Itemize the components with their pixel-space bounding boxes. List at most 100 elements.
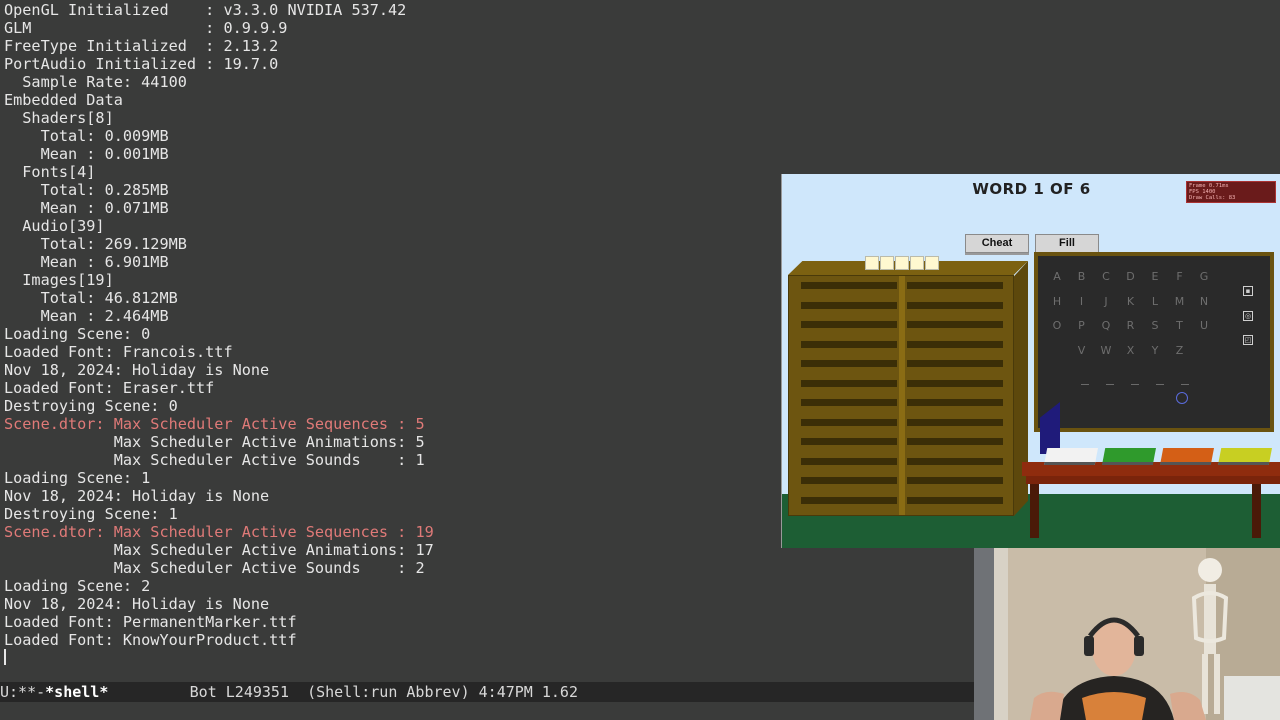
shell-output-line: Loaded Font: PermanentMarker.ttf (4, 613, 297, 631)
shelf-slot (801, 418, 897, 426)
letter-key[interactable]: J (1096, 295, 1116, 308)
shelf-slot (907, 282, 1003, 289)
shell-output-line: Mean : 0.001MB (4, 145, 169, 163)
chalkboard[interactable]: ABCDEFG HIJKLMN OPQRSTU VWXYZ ▪ ◎ ◰ (1034, 252, 1274, 432)
modeline-modes[interactable]: (Shell:run Abbrev) (307, 683, 470, 701)
book-white[interactable] (1044, 448, 1098, 465)
shelf-slot (907, 457, 1003, 465)
shell-output-line: Mean : 0.071MB (4, 199, 169, 217)
shell-output-line: Fonts[4] (4, 163, 96, 181)
shell-output-line: Max Scheduler Active Animations: 5 (4, 433, 425, 451)
book-green[interactable] (1102, 448, 1156, 465)
shelf-slot (801, 379, 897, 387)
shelf-slot (801, 457, 897, 465)
shell-output-line: Sample Rate: 44100 (4, 73, 187, 91)
letter-blank (1131, 384, 1139, 385)
modeline-position: Bot L249351 (189, 683, 289, 701)
letter-key[interactable]: B (1072, 270, 1092, 283)
book-orange[interactable] (1160, 448, 1214, 465)
game-window[interactable]: WORD 1 OF 6 Frame 0.71ms FPS 1400 Draw C… (781, 174, 1280, 548)
modeline-buffer-name[interactable]: *shell* (45, 683, 108, 701)
shell-output-line: Loading Scene: 0 (4, 325, 151, 343)
letter-key[interactable]: N (1194, 295, 1214, 308)
modeline-status: U:**- (0, 683, 46, 701)
shell-output-line: Scene.dtor: Max Scheduler Active Sequenc… (4, 415, 425, 433)
letter-key[interactable]: P (1072, 319, 1092, 332)
modeline-time-load: 4:47PM 1.62 (478, 683, 578, 701)
letter-key[interactable]: G (1194, 270, 1214, 283)
shell-output-line: Audio[39] (4, 217, 105, 235)
shelf-slot (801, 282, 897, 289)
desk-leg-right (1252, 484, 1261, 538)
shell-output-line: Embedded Data (4, 91, 123, 109)
word-tile (880, 256, 894, 270)
shell-output-line: FreeType Initialized : 2.13.2 (4, 37, 279, 55)
shelf-slot (801, 438, 897, 445)
shelf-slot (907, 321, 1003, 328)
letter-key[interactable]: R (1121, 319, 1141, 332)
letter-key[interactable]: I (1072, 295, 1092, 308)
webcam-image (974, 548, 1280, 720)
letter-key[interactable]: S (1145, 319, 1165, 332)
letter-key[interactable]: Z (1170, 344, 1190, 357)
letter-key[interactable]: F (1170, 270, 1190, 283)
shelf-slot (907, 418, 1003, 426)
bookshelf-front (788, 275, 1014, 516)
letter-key[interactable]: L (1145, 295, 1165, 308)
letter-key[interactable]: D (1121, 270, 1141, 283)
letter-key[interactable]: K (1121, 295, 1141, 308)
shelf-divider (899, 276, 905, 515)
shelf-slot (907, 438, 1003, 445)
letter-key[interactable]: O (1047, 319, 1067, 332)
shelf-slot (907, 477, 1003, 484)
desk-leg-left (1030, 484, 1039, 538)
debug-draw-calls: Draw Calls: 83 (1189, 195, 1236, 201)
exit-icon[interactable]: ◰ (1243, 335, 1253, 345)
shelf-slot (907, 379, 1003, 387)
webcam-feed (974, 548, 1280, 720)
shell-output-line: Loaded Font: Francois.ttf (4, 343, 233, 361)
shell-output-line: Mean : 6.901MB (4, 253, 169, 271)
shell-output-line: Max Scheduler Active Sounds : 1 (4, 451, 425, 469)
word-tile (865, 256, 879, 270)
shelf-slot (801, 496, 897, 504)
letter-key[interactable]: H (1047, 295, 1067, 308)
letter-key[interactable]: E (1145, 270, 1165, 283)
shelf-slot (907, 360, 1003, 367)
bookshelf (788, 253, 1028, 516)
letter-key[interactable]: T (1170, 319, 1190, 332)
shell-output-line: Total: 269.129MB (4, 235, 187, 253)
shelf-slot (907, 340, 1003, 348)
shelf-slot (801, 301, 897, 309)
word-tile (925, 256, 939, 270)
shelf-slot (907, 496, 1003, 504)
shell-output-line: Loading Scene: 1 (4, 469, 151, 487)
settings-icon[interactable]: ◎ (1243, 311, 1253, 321)
letter-key[interactable]: A (1047, 270, 1067, 283)
letter-key[interactable]: M (1170, 295, 1190, 308)
debug-stats-overlay: Frame 0.71ms FPS 1400 Draw Calls: 83 (1186, 181, 1276, 203)
letter-key[interactable]: V (1072, 344, 1092, 357)
shell-output-line: Total: 0.009MB (4, 127, 169, 145)
letter-key[interactable]: Q (1096, 319, 1116, 332)
shell-output-line: GLM : 0.9.9.9 (4, 19, 288, 37)
letter-blank (1156, 384, 1164, 385)
shelf-slot (801, 340, 897, 348)
shell-output-line: Nov 18, 2024: Holiday is None (4, 487, 270, 505)
cheat-button[interactable]: Cheat (965, 234, 1029, 253)
shell-output-line: Total: 0.285MB (4, 181, 169, 199)
minibuffer[interactable] (0, 702, 976, 720)
trash-icon[interactable]: ▪ (1243, 286, 1253, 296)
shelf-slot (801, 321, 897, 328)
book-yellow[interactable] (1218, 448, 1272, 465)
letter-key[interactable]: Y (1145, 344, 1165, 357)
letter-blank (1181, 384, 1189, 385)
fill-button[interactable]: Fill (1035, 234, 1099, 253)
letter-key[interactable]: X (1121, 344, 1141, 357)
shell-output-line: Nov 18, 2024: Holiday is None (4, 595, 270, 613)
letter-key[interactable]: C (1096, 270, 1116, 283)
shell-output-line: Mean : 2.464MB (4, 307, 169, 325)
shell-output-line: OpenGL Initialized : v3.3.0 NVIDIA 537.4… (4, 1, 407, 19)
letter-key[interactable]: U (1194, 319, 1214, 332)
letter-key[interactable]: W (1096, 344, 1116, 357)
